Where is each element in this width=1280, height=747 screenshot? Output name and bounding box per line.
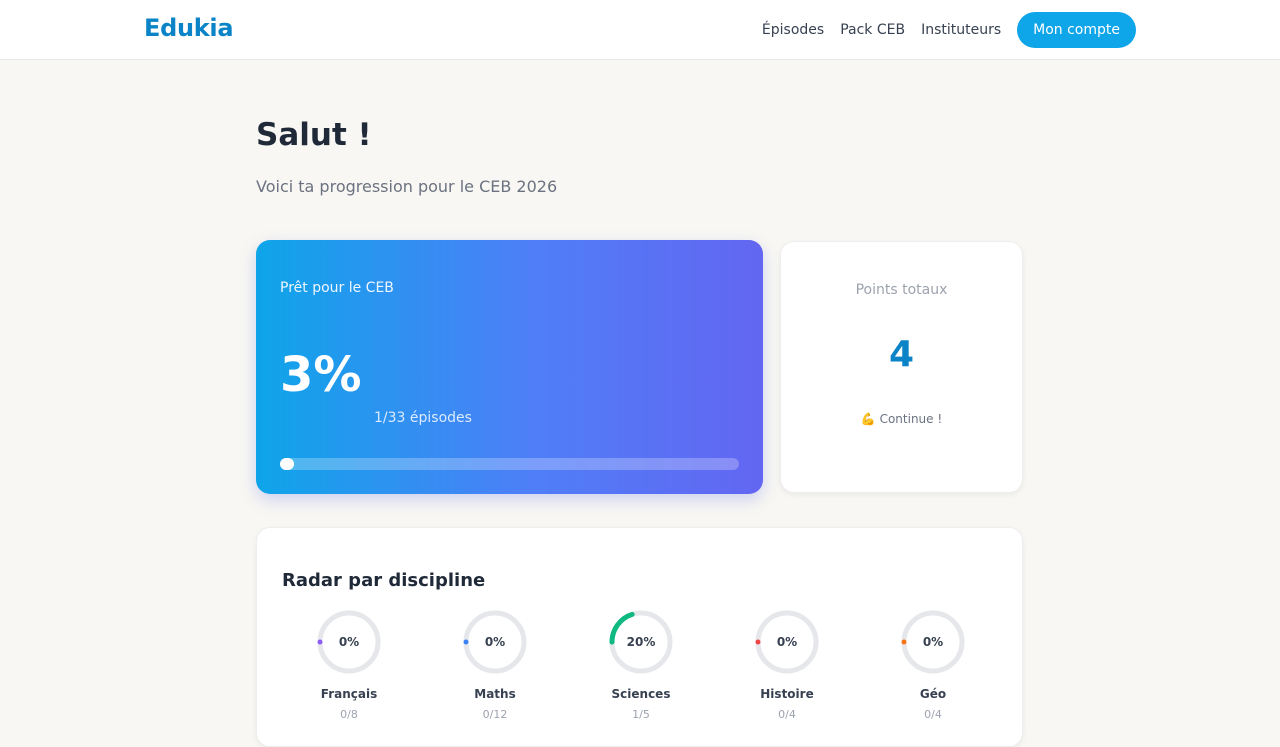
subject-progress-ring: 0% (755, 610, 819, 674)
points-encouragement: 💪 Continue ! (860, 412, 943, 426)
subject-progress-ring: 20% (609, 610, 673, 674)
subject-percent: 0% (484, 635, 506, 649)
nav-link-instituteurs[interactable]: Instituteurs (921, 22, 1001, 38)
total-points-card: Points totaux 4 💪 Continue ! (780, 241, 1023, 493)
subject-percent: 0% (922, 635, 944, 649)
subject-percent: 20% (626, 635, 656, 649)
readiness-progress-bar (280, 458, 739, 470)
points-value: 4 (888, 334, 915, 375)
page-subtitle: Voici ta progression pour le CEB 2026 (256, 177, 558, 196)
subject-item[interactable]: 0% Histoire 0/4 (727, 610, 847, 721)
subject-episode-count: 0/4 (778, 708, 796, 721)
points-label: Points totaux (855, 282, 948, 298)
readiness-percent: 3% (280, 347, 362, 403)
top-navigation-bar: Edukia Épisodes Pack CEB Instituteurs Mo… (0, 0, 1280, 60)
subject-progress-ring: 0% (463, 610, 527, 674)
subject-percent: 0% (338, 635, 360, 649)
subject-episode-count: 0/8 (340, 708, 358, 721)
nav-link-pack-ceb[interactable]: Pack CEB (840, 22, 905, 38)
subject-episode-count: 1/5 (632, 708, 650, 721)
radar-title: Radar par discipline (282, 570, 486, 591)
subject-item[interactable]: 0% Géo 0/4 (873, 610, 993, 721)
subject-percent: 0% (776, 635, 798, 649)
my-account-button[interactable]: Mon compte (1017, 12, 1136, 48)
subject-name: Français (320, 687, 378, 701)
subject-item[interactable]: 0% Maths 0/12 (435, 610, 555, 721)
subject-episode-count: 0/4 (924, 708, 942, 721)
subject-name: Géo (919, 687, 947, 701)
subject-name: Histoire (760, 687, 814, 701)
discipline-radar-card: Radar par discipline 0% Français 0/8 0% Math… (256, 527, 1023, 747)
subject-progress-ring: 0% (317, 610, 381, 674)
page-greeting: Salut ! (256, 117, 372, 153)
subject-progress-ring: 0% (901, 610, 965, 674)
edukia-logo[interactable]: Edukia (144, 14, 234, 42)
main-nav: Épisodes Pack CEB Instituteurs Mon compt… (762, 12, 1136, 48)
subject-episode-count: 0/12 (482, 708, 508, 721)
subject-item[interactable]: 0% Français 0/8 (289, 610, 409, 721)
episodes-completed-count: 1/33 épisodes (374, 410, 472, 426)
readiness-progress-fill (280, 458, 294, 470)
nav-link-episodes[interactable]: Épisodes (762, 22, 824, 38)
ceb-readiness-card: Prêt pour le CEB 3% 1/33 épisodes (256, 240, 763, 494)
subject-item[interactable]: 20% Sciences 1/5 (581, 610, 701, 721)
subject-name: Sciences (611, 687, 671, 701)
subject-name: Maths (474, 687, 516, 701)
readiness-label: Prêt pour le CEB (280, 280, 394, 296)
